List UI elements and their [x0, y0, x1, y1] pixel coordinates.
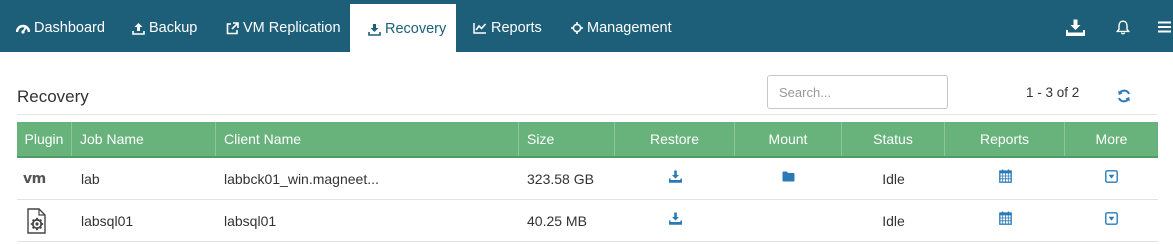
client-name-cell: labsql01: [224, 213, 277, 229]
refresh-button[interactable]: [1117, 89, 1131, 108]
restore-cell: [615, 197, 735, 239]
header-mount: Mount: [735, 122, 842, 156]
table-row: vm lab labbck01_win.magneet... 323.58 GB…: [17, 158, 1158, 200]
download-tray-icon: [1065, 19, 1085, 36]
nav-reports[interactable]: Reports: [473, 4, 542, 52]
crosshair-icon: [571, 22, 583, 34]
download-icon: [368, 23, 381, 36]
top-nav-bar: Dashboard Backup VM Replication Recovery…: [0, 0, 1173, 54]
calendar-icon: [998, 211, 1012, 225]
reports-cell: [945, 197, 1065, 239]
more-cell: [1065, 197, 1158, 239]
restore-download-icon: [668, 212, 682, 225]
mount-cell: [735, 200, 842, 242]
nav-recovery[interactable]: Recovery: [350, 4, 456, 54]
reports-button[interactable]: [998, 169, 1012, 183]
plugin-cell: [26, 200, 66, 242]
mount-cell: [735, 155, 842, 197]
size-cell: 40.25 MB: [527, 213, 587, 229]
bell-icon: [1116, 19, 1130, 34]
menu-icon: [1158, 21, 1171, 33]
dashboard-icon: [16, 24, 30, 34]
more-dropdown-button[interactable]: [1105, 169, 1118, 183]
status-cell: Idle: [882, 213, 905, 229]
header-plugin[interactable]: Plugin: [17, 122, 72, 156]
header-more: More: [1095, 131, 1128, 147]
job-name-cell: labsql01: [81, 213, 134, 229]
client-name-cell: labbck01_win.magneet...: [224, 171, 379, 187]
nav-dashboard-label: Dashboard: [34, 20, 105, 36]
size-cell: 323.58 GB: [527, 171, 594, 187]
header-client-name[interactable]: Client Name: [216, 122, 519, 156]
page-title: Recovery: [17, 87, 89, 106]
pagination-info: 1 - 3 of 2: [1026, 85, 1080, 100]
more-dropdown-button[interactable]: [1105, 211, 1118, 225]
reports-button[interactable]: [998, 211, 1012, 225]
nav-vm-replication[interactable]: VM Replication: [226, 4, 341, 52]
restore-download-icon: [668, 170, 682, 183]
caret-square-down-icon: [1105, 211, 1118, 225]
menu-button[interactable]: [1156, 4, 1173, 50]
more-cell: [1065, 155, 1158, 197]
restore-cell: [615, 155, 735, 197]
restore-button[interactable]: [668, 212, 682, 225]
nav-management-label: Management: [587, 20, 672, 36]
nav-management[interactable]: Management: [571, 4, 672, 52]
folder-icon: [782, 171, 795, 181]
reports-cell: [945, 155, 1065, 197]
nav-reports-label: Reports: [491, 20, 542, 36]
job-name-cell: lab: [81, 171, 100, 187]
header-job-name[interactable]: Job Name: [72, 122, 216, 156]
title-divider: [17, 114, 1157, 115]
restore-button[interactable]: [668, 170, 682, 183]
external-link-icon: [226, 21, 239, 34]
vm-plugin-icon: vm: [23, 171, 46, 187]
table-row: labsql01 labsql01 40.25 MB Idle: [17, 200, 1158, 242]
nav-dashboard[interactable]: Dashboard: [16, 4, 105, 52]
plugin-cell: vm: [23, 158, 63, 200]
download-tray-button[interactable]: [1062, 4, 1088, 50]
header-reports: Reports: [945, 122, 1065, 156]
upload-icon: [132, 22, 145, 35]
nav-backup[interactable]: Backup: [132, 4, 197, 52]
header-status[interactable]: Status: [842, 122, 945, 156]
refresh-icon: [1118, 89, 1130, 103]
nav-recovery-label: Recovery: [385, 21, 447, 37]
header-restore: Restore: [615, 122, 735, 156]
nav-backup-label: Backup: [149, 20, 198, 36]
mount-button[interactable]: [782, 171, 795, 182]
calendar-icon: [998, 169, 1012, 183]
notifications-button[interactable]: [1112, 4, 1134, 50]
status-cell: Idle: [882, 171, 905, 187]
line-chart-icon: [473, 23, 487, 34]
nav-vm-replication-label: VM Replication: [243, 20, 341, 36]
search-input[interactable]: [767, 75, 948, 109]
sql-gear-document-icon: [27, 208, 46, 234]
header-size[interactable]: Size: [519, 122, 615, 156]
caret-square-down-icon: [1105, 169, 1118, 183]
table-header: Plugin Job Name Client Name Size Restore…: [17, 122, 1158, 158]
